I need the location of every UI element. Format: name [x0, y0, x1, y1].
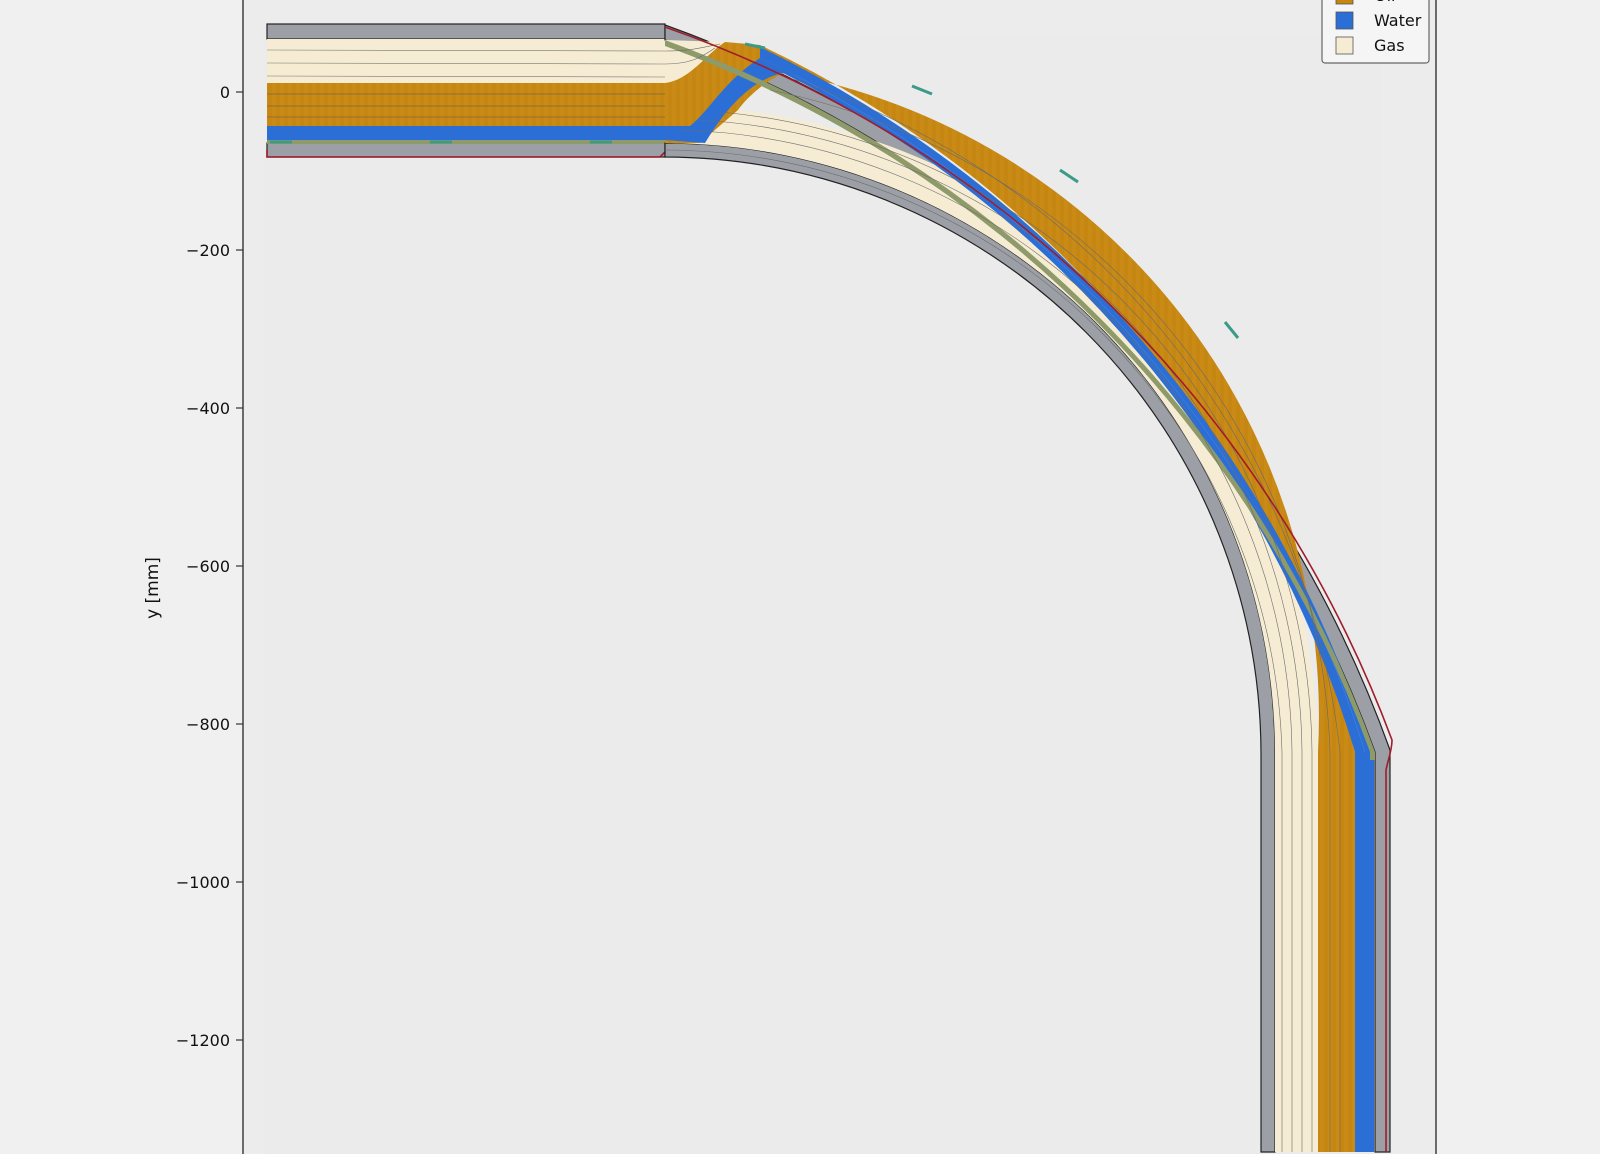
pipe-wall-bottom	[266, 142, 666, 158]
pipe-wall-top	[266, 23, 666, 40]
legend-label-gas: Gas	[1374, 36, 1405, 55]
y-tick-label: −800	[186, 715, 230, 734]
legend-swatch-water	[1335, 11, 1354, 30]
y-axis-label: y [mm]	[143, 557, 163, 619]
y-tick-label: −200	[186, 241, 230, 260]
y-tick-label: −600	[186, 557, 230, 576]
legend-label-oil: Oil	[1374, 0, 1395, 5]
y-axis-ticks: 0 −200 −400 −600 −800 −1000 −1200	[176, 83, 243, 1050]
y-tick-label: −400	[186, 399, 230, 418]
oil-layer-horizontal	[267, 83, 665, 126]
legend-swatch-oil	[1335, 0, 1354, 5]
water-layer-horizontal	[267, 126, 665, 140]
figure: 0 −200 −400 −600 −800 −1000 −1200 y [mm] Water…	[143, 0, 1437, 1154]
y-tick-label: −1000	[176, 873, 230, 892]
legend: Oil Water Gas	[1321, 0, 1430, 64]
y-tick-label: −1200	[176, 1031, 230, 1050]
legend-swatch-gas	[1335, 36, 1354, 55]
legend-label-water: Water	[1374, 11, 1422, 30]
plot-area	[265, 36, 1382, 1154]
y-tick-label: 0	[220, 83, 230, 102]
